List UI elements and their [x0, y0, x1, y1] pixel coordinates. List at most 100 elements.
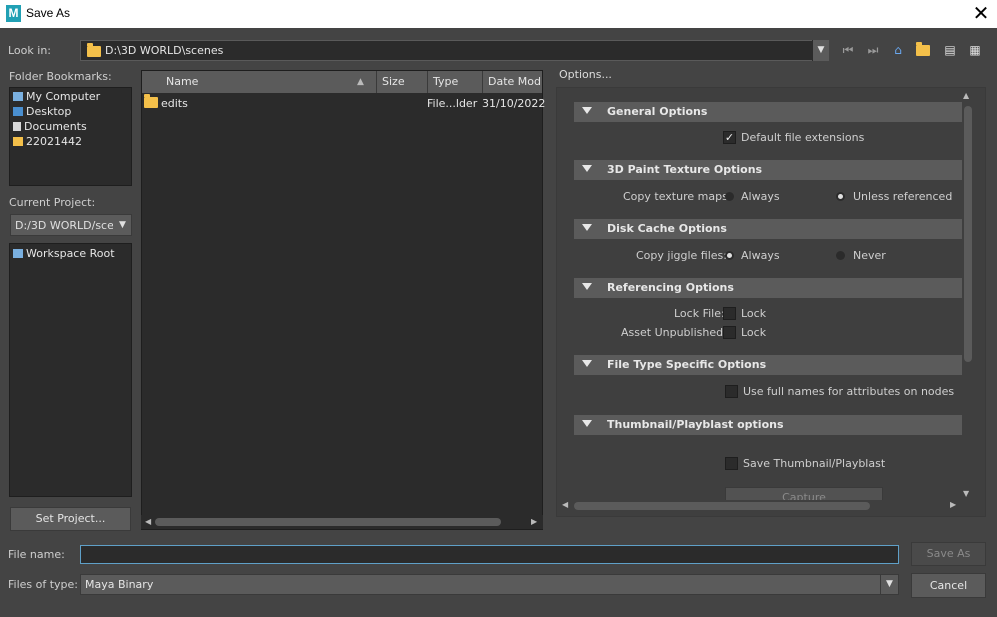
asset-unpublished-checkbox[interactable] [723, 326, 736, 339]
back-icon[interactable]: ⏮ [839, 42, 857, 58]
look-in-combo[interactable]: D:\3D WORLD\scenes [80, 40, 829, 61]
default-extensions-label: Default file extensions [741, 131, 865, 144]
bookmarks-list: My Computer Desktop Documents 22021442 [9, 87, 132, 186]
folder-bookmarks-label: Folder Bookmarks: [9, 70, 112, 83]
file-name-input[interactable] [80, 545, 899, 564]
current-project-value: D:/3D WORLD/scenes [15, 219, 113, 232]
file-list-header: Name ▲ Size Type Date Modified [142, 71, 542, 93]
scroll-up-icon[interactable]: ▲ [963, 91, 969, 100]
column-type[interactable]: Type [428, 71, 483, 93]
bookmark-label: 22021442 [26, 135, 82, 148]
home-icon[interactable]: ⌂ [889, 42, 907, 58]
bookmark-label: Documents [24, 120, 87, 133]
file-name-label: File name: [8, 548, 65, 561]
scroll-thumb[interactable] [964, 106, 972, 362]
section-disk-cache[interactable]: Disk Cache Options [574, 219, 962, 239]
texture-unless-referenced-label: Unless referenced [853, 190, 953, 203]
scroll-left-icon[interactable]: ◀ [145, 517, 151, 526]
bookmark-my-computer[interactable]: My Computer [13, 89, 100, 104]
current-project-combo[interactable]: D:/3D WORLD/scenes ▼ [10, 214, 132, 236]
collapse-triangle-icon [582, 165, 592, 172]
bookmark-desktop[interactable]: Desktop [13, 104, 71, 119]
save-thumbnail-checkbox[interactable] [725, 457, 738, 470]
scroll-right-icon[interactable]: ▶ [531, 517, 537, 526]
save-as-button[interactable]: Save As [911, 542, 986, 566]
bookmark-label: My Computer [26, 90, 101, 103]
section-3d-paint-texture[interactable]: 3D Paint Texture Options [574, 160, 962, 180]
section-general-options[interactable]: General Options [574, 102, 962, 122]
jiggle-never-radio[interactable] [836, 251, 845, 260]
window-title: Save As [26, 6, 71, 20]
section-referencing[interactable]: Referencing Options [574, 278, 962, 298]
section-thumbnail-playblast[interactable]: Thumbnail/Playblast options [574, 415, 962, 435]
lock-file-label: Lock File: [674, 307, 725, 320]
bookmark-documents[interactable]: Documents [13, 119, 87, 134]
chevron-down-icon[interactable]: ▼ [880, 575, 898, 594]
scroll-left-icon[interactable]: ◀ [562, 500, 568, 509]
full-names-checkbox[interactable] [725, 385, 738, 398]
workspace-root-label: Workspace Root [26, 247, 115, 260]
look-in-dropdown-button[interactable]: ▼ [812, 40, 829, 61]
bookmark-22021442[interactable]: 22021442 [13, 134, 82, 149]
collapse-triangle-icon [582, 360, 592, 367]
bookmark-label: Desktop [26, 105, 72, 118]
workspace-root-item[interactable]: Workspace Root [13, 246, 115, 261]
cancel-button[interactable]: Cancel [911, 573, 986, 598]
forward-icon[interactable]: ⏭ [864, 42, 882, 58]
save-thumbnail-label: Save Thumbnail/Playblast [743, 457, 886, 470]
texture-always-radio[interactable] [725, 192, 734, 201]
capture-thumbnail-button[interactable]: Capture Thumbnail/Playblast [725, 487, 883, 500]
new-folder-icon[interactable] [914, 42, 932, 58]
file-list-hscrollbar[interactable]: ◀ ▶ [141, 515, 543, 529]
jiggle-always-radio[interactable] [725, 251, 734, 260]
jiggle-always-label: Always [741, 249, 780, 262]
collapse-triangle-icon [582, 224, 592, 231]
options-title: Options... [559, 68, 612, 81]
lock-file-checkbox[interactable] [723, 307, 736, 320]
file-type: File...lder [427, 97, 478, 110]
list-view-icon[interactable]: ▤ [941, 42, 959, 58]
collapse-triangle-icon [582, 420, 592, 427]
detail-view-icon[interactable]: ▦ [966, 42, 984, 58]
file-type-combo[interactable]: Maya Binary ▼ [80, 574, 899, 595]
options-panel [556, 87, 986, 517]
file-list: Name ▲ Size Type Date Modified edits Fil… [141, 70, 546, 530]
scroll-right-icon[interactable]: ▶ [950, 500, 956, 509]
current-project-label: Current Project: [9, 196, 96, 209]
lock-file-lock-label: Lock [741, 307, 767, 320]
file-type-label: Files of type: [8, 578, 79, 591]
sort-ascending-icon: ▲ [357, 77, 364, 87]
options-vscrollbar[interactable]: ▲ ▼ [962, 91, 974, 500]
asset-lock-label: Lock [741, 326, 767, 339]
workspace-tree: Workspace Root [9, 243, 132, 497]
folder-icon [87, 43, 101, 57]
asset-unpublished-label: Asset Unpublished: [621, 326, 727, 339]
folder-icon [144, 94, 158, 108]
column-size[interactable]: Size [377, 71, 428, 93]
scroll-down-icon[interactable]: ▼ [963, 489, 969, 498]
look-in-label: Look in: [8, 44, 51, 57]
set-project-button[interactable]: Set Project... [10, 507, 131, 531]
scroll-thumb[interactable] [155, 518, 501, 526]
collapse-triangle-icon [582, 107, 592, 114]
scroll-thumb[interactable] [574, 502, 870, 510]
document-icon [13, 122, 21, 131]
copy-jiggle-label: Copy jiggle files: [636, 249, 727, 262]
options-hscrollbar[interactable]: ◀ ▶ [562, 500, 962, 512]
file-name: edits [161, 97, 188, 110]
file-date: 31/10/2022 [482, 97, 546, 110]
computer-icon [13, 92, 23, 101]
chevron-down-icon[interactable]: ▼ [115, 217, 130, 233]
desktop-icon [13, 107, 23, 116]
texture-always-label: Always [741, 190, 780, 203]
section-file-type-specific[interactable]: File Type Specific Options [574, 355, 962, 375]
collapse-triangle-icon [582, 283, 592, 290]
file-row-edits[interactable]: edits [144, 94, 188, 113]
look-in-value: D:\3D WORLD\scenes [105, 44, 224, 57]
column-name[interactable]: Name ▲ [142, 71, 377, 93]
close-button[interactable]: ✕ [968, 2, 994, 24]
maya-logo-icon: M [6, 5, 21, 22]
default-extensions-checkbox[interactable]: ✓ [723, 131, 736, 144]
column-date-modified[interactable]: Date Modified [483, 71, 542, 93]
texture-unless-referenced-radio[interactable] [836, 192, 845, 201]
